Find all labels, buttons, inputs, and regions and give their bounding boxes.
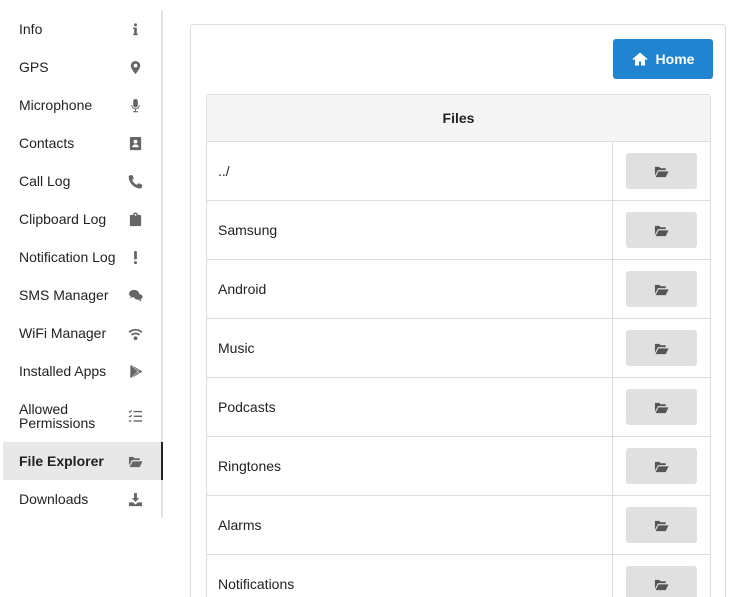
folder-open-icon [654, 341, 669, 356]
sidebar-item-call-log[interactable]: Call Log [3, 162, 161, 200]
table-row: Ringtones [207, 437, 710, 496]
sidebar-item-wifi-manager[interactable]: WiFi Manager [3, 314, 161, 352]
row-action-cell [613, 142, 710, 200]
sidebar-item-allowed-permissions[interactable]: Allowed Permissions [3, 390, 161, 442]
sidebar-item-downloads[interactable]: Downloads [3, 480, 161, 518]
folder-open-icon [654, 518, 669, 533]
sidebar-item-info[interactable]: Info [3, 10, 161, 48]
sidebar-item-clipboard-log[interactable]: Clipboard Log [3, 200, 161, 238]
phone-icon [127, 173, 143, 189]
file-name[interactable]: Ringtones [207, 437, 613, 495]
play-store-icon [127, 363, 143, 379]
file-explorer-panel: Home Files ../Samsung Android Music Podcast… [190, 24, 726, 597]
sidebar-item-notification-log[interactable]: Notification Log [3, 238, 161, 276]
file-name[interactable]: Podcasts [207, 378, 613, 436]
home-button-label: Home [655, 51, 695, 67]
row-action-cell [613, 319, 710, 377]
map-marker-icon [127, 59, 143, 75]
exclamation-icon [127, 249, 143, 265]
table-row: Podcasts [207, 378, 710, 437]
open-folder-button[interactable] [626, 507, 697, 543]
sidebar-item-sms-manager[interactable]: SMS Manager [3, 276, 161, 314]
folder-open-icon [654, 223, 669, 238]
open-folder-button[interactable] [626, 330, 697, 366]
wifi-icon [127, 325, 143, 341]
info-icon [127, 21, 143, 37]
file-name[interactable]: Android [207, 260, 613, 318]
file-name[interactable]: Notifications [207, 555, 613, 597]
open-folder-button[interactable] [626, 212, 697, 248]
file-name[interactable]: Samsung [207, 201, 613, 259]
files-table-header: Files [207, 95, 710, 142]
table-row: Alarms [207, 496, 710, 555]
sidebar-item-contacts[interactable]: Contacts [3, 124, 161, 162]
file-name[interactable]: ../ [207, 142, 613, 200]
row-action-cell [613, 378, 710, 436]
table-row: ../ [207, 142, 710, 201]
open-folder-button[interactable] [626, 448, 697, 484]
sidebar-nav: Info GPS Microphone Contacts Call Log Cl… [3, 10, 163, 518]
folder-open-icon [654, 459, 669, 474]
row-action-cell [613, 555, 710, 597]
open-folder-button[interactable] [626, 153, 697, 189]
row-action-cell [613, 496, 710, 554]
files-table: Files ../Samsung Android Music Podcasts Ring… [206, 94, 711, 597]
folder-open-icon [127, 453, 143, 469]
home-button[interactable]: Home [613, 39, 713, 79]
table-row: Android [207, 260, 710, 319]
comments-icon [127, 287, 143, 303]
open-folder-button[interactable] [626, 566, 697, 597]
table-row: Music [207, 319, 710, 378]
sidebar-item-file-explorer[interactable]: File Explorer [3, 442, 163, 480]
sidebar-item-gps[interactable]: GPS [3, 48, 161, 86]
address-book-icon [127, 135, 143, 151]
sidebar-item-microphone[interactable]: Microphone [3, 86, 161, 124]
home-icon [632, 52, 648, 66]
download-icon [127, 491, 143, 507]
row-action-cell [613, 260, 710, 318]
row-action-cell [613, 437, 710, 495]
open-folder-button[interactable] [626, 389, 697, 425]
folder-open-icon [654, 282, 669, 297]
microphone-icon [127, 97, 143, 113]
file-name[interactable]: Music [207, 319, 613, 377]
clipboard-icon [127, 211, 143, 227]
table-row: Notifications [207, 555, 710, 597]
file-name[interactable]: Alarms [207, 496, 613, 554]
row-action-cell [613, 201, 710, 259]
folder-open-icon [654, 164, 669, 179]
checklist-icon [127, 408, 143, 424]
open-folder-button[interactable] [626, 271, 697, 307]
folder-open-icon [654, 577, 669, 592]
folder-open-icon [654, 400, 669, 415]
sidebar-item-installed-apps[interactable]: Installed Apps [3, 352, 161, 390]
table-row: Samsung [207, 201, 710, 260]
